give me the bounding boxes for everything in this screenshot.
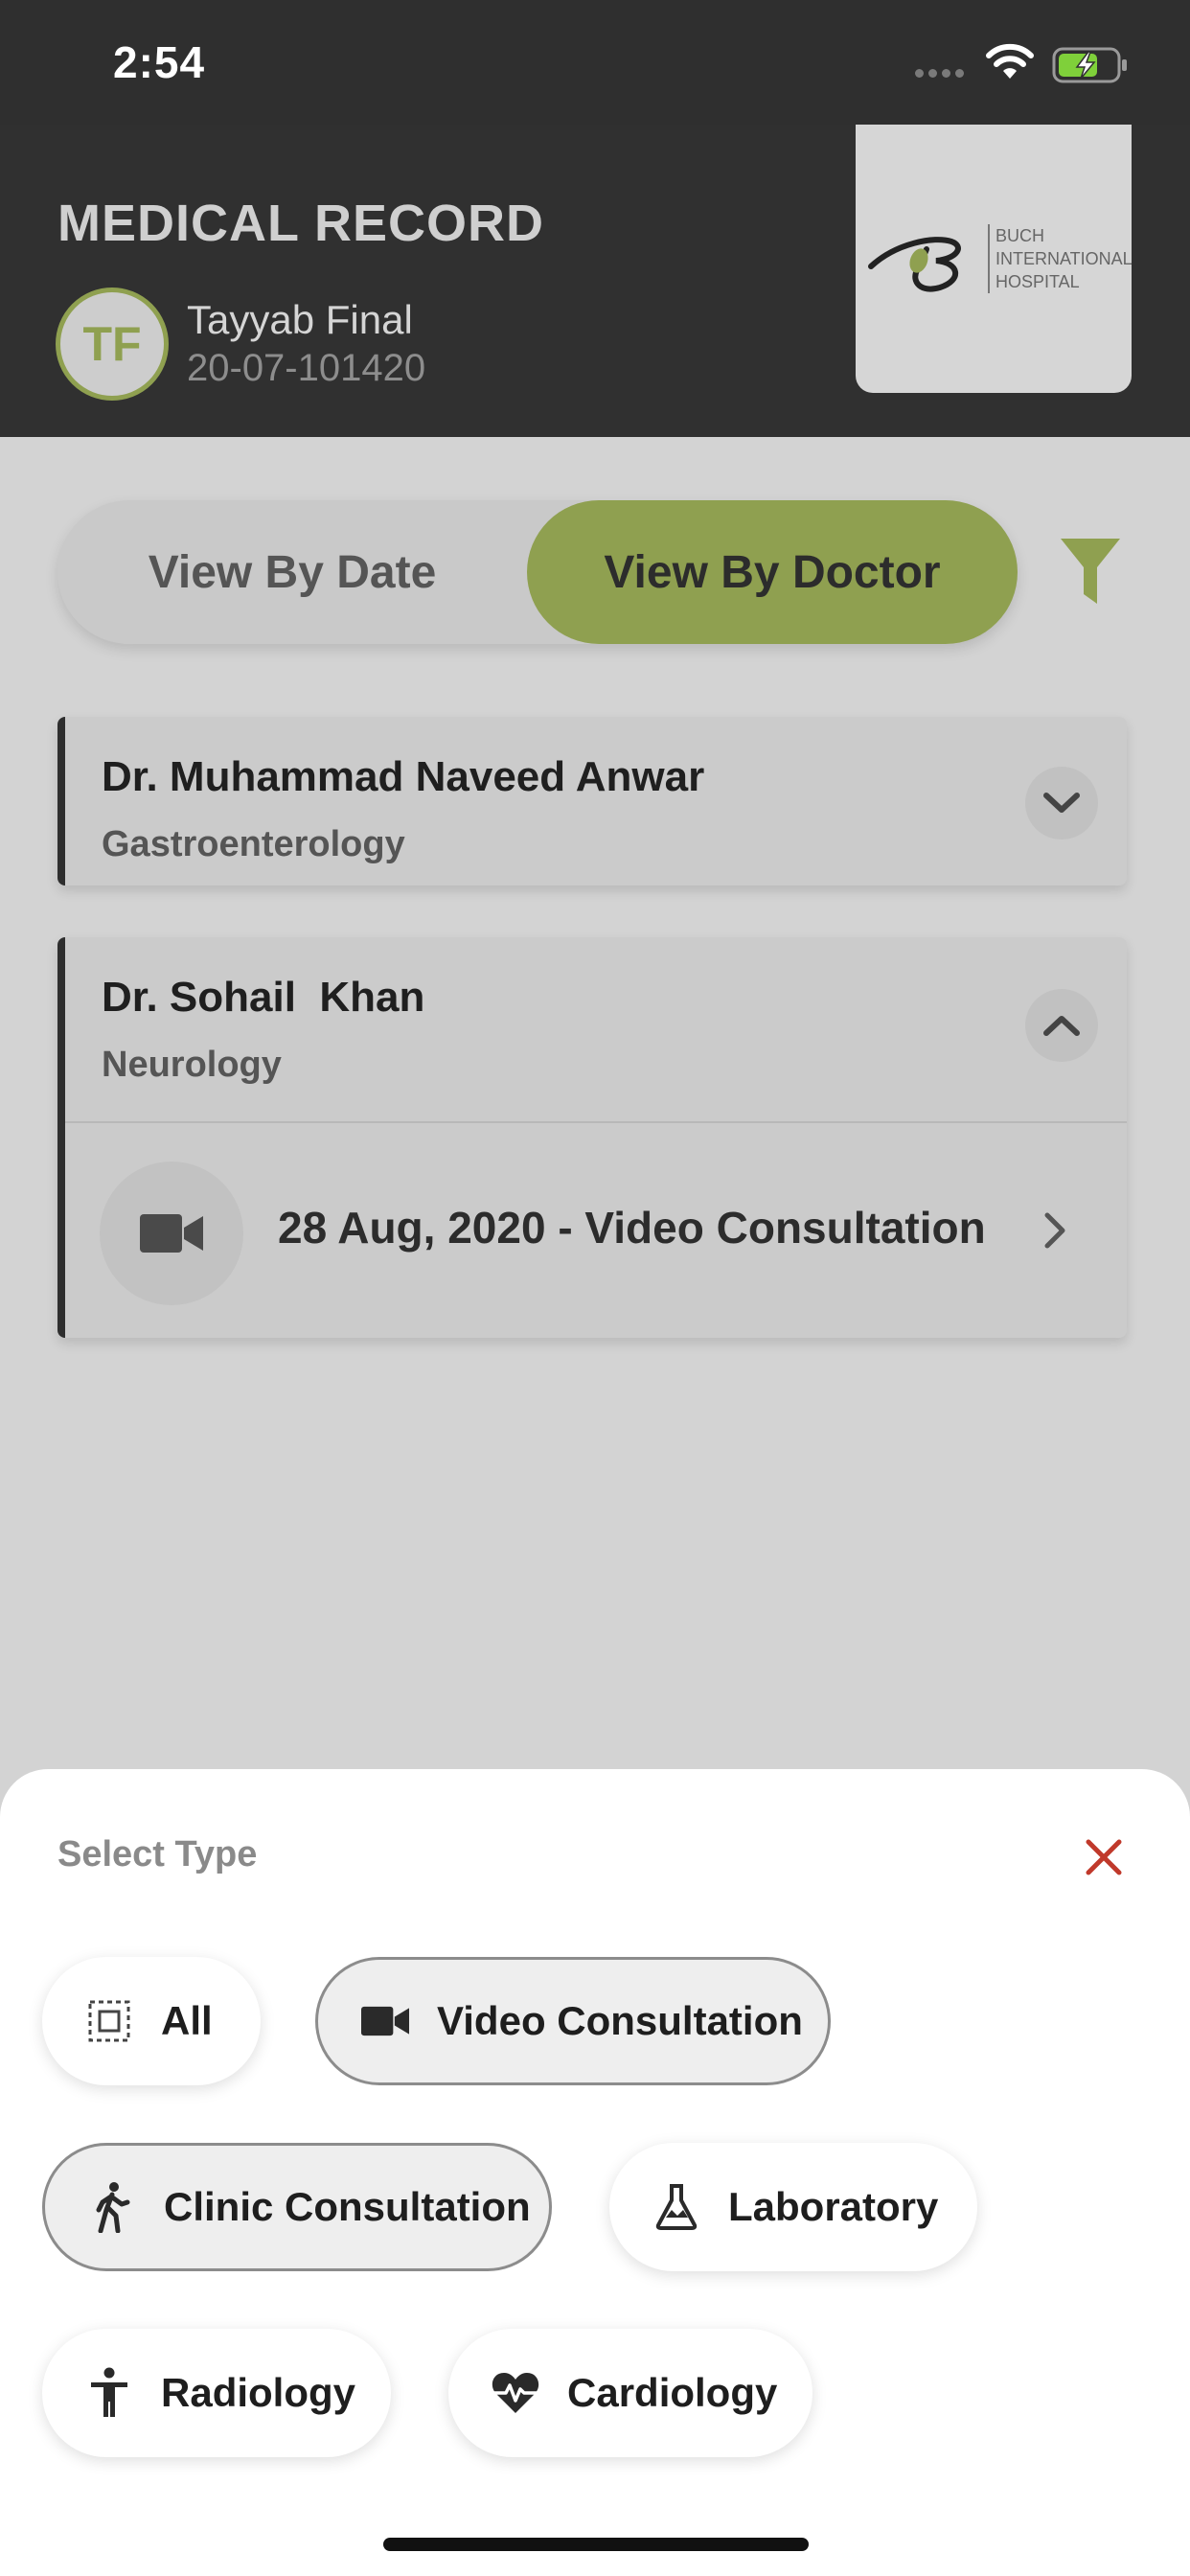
- chip-video-consultation[interactable]: Video Consultation: [315, 1957, 831, 2085]
- chip-cardiology[interactable]: Cardiology: [448, 2329, 812, 2457]
- chevron-right-icon: [1044, 1212, 1065, 1249]
- chip-radiology[interactable]: Radiology: [42, 2329, 391, 2457]
- doctor-specialty: Neurology: [102, 1045, 282, 1085]
- chevron-down-icon: [1043, 793, 1080, 813]
- chip-laboratory[interactable]: Laboratory: [609, 2143, 977, 2271]
- visit-label: 28 Aug, 2020 - Video Consultation: [278, 1203, 986, 1253]
- select-type-sheet: Select Type All Video Consultation Clini…: [0, 1769, 1190, 2576]
- view-toggle: View By Date View By Doctor: [57, 500, 1018, 644]
- hospital-logo-text: BUCH INTERNATIONAL HOSPITAL: [988, 224, 1133, 293]
- collapse-button[interactable]: [1025, 989, 1098, 1062]
- expand-button[interactable]: [1025, 767, 1098, 840]
- view-by-date-tab[interactable]: View By Date: [57, 500, 527, 644]
- wifi-icon: [986, 43, 1034, 79]
- doctor-card[interactable]: Dr. Muhammad Naveed Anwar Gastroenterolo…: [57, 717, 1127, 886]
- doctor-card[interactable]: Dr. Sohail Khan Neurology 28 Aug, 2020 -…: [57, 937, 1127, 1338]
- status-bar: 2:54: [0, 0, 1190, 125]
- status-time: 2:54: [113, 37, 206, 87]
- chip-all[interactable]: All: [42, 1957, 261, 2085]
- sheet-title: Select Type: [57, 1834, 258, 1874]
- close-icon[interactable]: [1083, 1836, 1125, 1878]
- hospital-logo: BUCH INTERNATIONAL HOSPITAL: [856, 125, 1133, 393]
- home-indicator[interactable]: [383, 2538, 809, 2551]
- header: MEDICAL RECORD TF Tayyab Final 20-07-101…: [0, 125, 1190, 437]
- avatar: TF: [56, 288, 169, 401]
- heart-pulse-icon: [491, 2368, 540, 2418]
- patient-name: Tayyab Final: [187, 297, 413, 342]
- page-title: MEDICAL RECORD: [57, 195, 545, 252]
- cellular-signal-icon: [915, 69, 964, 78]
- filter-icon[interactable]: [1059, 537, 1122, 606]
- doctor-specialty: Gastroenterology: [102, 824, 405, 864]
- person-standing-icon: [84, 2367, 134, 2418]
- main-content: View By Date View By Doctor Dr. Muhammad…: [0, 437, 1190, 1769]
- video-camera-icon: [140, 1214, 203, 1253]
- hospital-logo-mark-icon: [868, 237, 961, 292]
- chip-clinic-consultation[interactable]: Clinic Consultation: [42, 2143, 552, 2271]
- visit-type-badge: [100, 1162, 243, 1305]
- flask-icon: [652, 2182, 701, 2232]
- doctor-name: Dr. Sohail Khan: [102, 974, 425, 1021]
- battery-icon: [1052, 47, 1127, 83]
- chevron-up-icon: [1043, 1016, 1080, 1036]
- select-all-icon: [84, 1996, 134, 2046]
- visit-item[interactable]: 28 Aug, 2020 - Video Consultation: [65, 1123, 1127, 1338]
- doctor-name: Dr. Muhammad Naveed Anwar: [102, 753, 705, 800]
- video-camera-icon: [360, 1996, 410, 2046]
- walking-person-icon: [87, 2182, 137, 2233]
- patient-id: 20-07-101420: [187, 347, 426, 389]
- view-by-doctor-tab[interactable]: View By Doctor: [527, 500, 1018, 644]
